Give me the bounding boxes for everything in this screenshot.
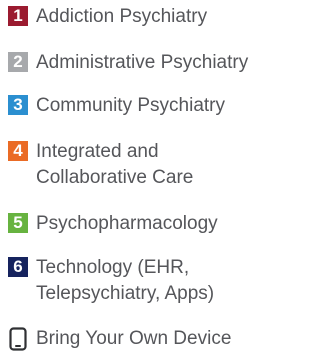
track-item-community-psychiatry: 3 Community Psychiatry [0, 93, 225, 119]
track-label: Addiction Psychiatry [36, 6, 208, 27]
track-list: 1 Addiction Psychiatry 2 Administrative … [0, 0, 308, 354]
track-item-technology: 6 Technology (EHR, Telepsychiatry, Apps) [0, 255, 214, 307]
track-item-integrated-collaborative-care: 4 Integrated and Collaborative Care [0, 139, 193, 191]
track-number-badge: 4 [8, 141, 28, 161]
track-number-badge: 5 [8, 213, 28, 233]
track-item-addiction-psychiatry: 1 Addiction Psychiatry [0, 4, 207, 30]
track-label: Technology (EHR, Telepsychiatry, Apps) [36, 257, 215, 304]
track-number-badge: 1 [8, 6, 28, 26]
byod-label: Bring Your Own Device [36, 328, 232, 349]
track-number-badge: 6 [8, 257, 28, 277]
track-number-badge: 2 [8, 52, 28, 72]
track-number-badge: 3 [8, 95, 28, 115]
track-label: Psychopharmacology [36, 213, 218, 234]
track-label: Community Psychiatry [36, 95, 225, 116]
track-label: Administrative Psychiatry [36, 52, 249, 73]
track-label: Integrated and Collaborative Care [36, 141, 194, 188]
byod-item: Bring Your Own Device [0, 326, 231, 352]
track-item-administrative-psychiatry: 2 Administrative Psychiatry [0, 50, 248, 76]
track-item-psychopharmacology: 5 Psychopharmacology [0, 211, 218, 237]
mobile-device-icon [9, 327, 27, 351]
